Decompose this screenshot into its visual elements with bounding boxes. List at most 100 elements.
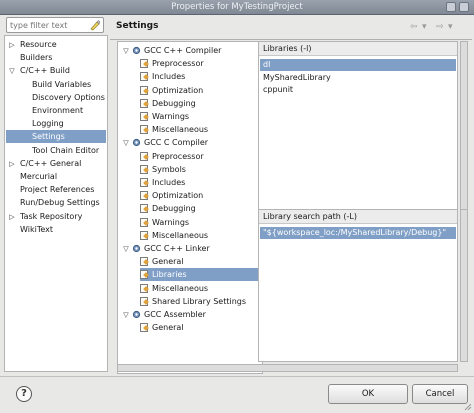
option-page-icon bbox=[140, 323, 148, 333]
library-list-item[interactable]: cppunit bbox=[260, 84, 456, 96]
tool-option-miscellaneous[interactable]: Miscellaneous bbox=[140, 282, 261, 295]
library-list-item[interactable]: MySharedLibrary bbox=[260, 72, 456, 84]
collapsed-arrow-icon[interactable]: ▷ bbox=[8, 41, 16, 49]
settings-hscroll[interactable] bbox=[117, 364, 458, 372]
tool-tree-label: Includes bbox=[152, 178, 186, 187]
tool-option-warnings[interactable]: Warnings bbox=[140, 110, 261, 123]
expanded-arrow-icon[interactable]: ▽ bbox=[8, 67, 16, 75]
tree-item-label: Discovery Options bbox=[32, 92, 105, 102]
tool-tree-label: Preprocessor bbox=[152, 59, 204, 69]
tool-option-shared-library-settings[interactable]: Shared Library Settings bbox=[140, 295, 261, 308]
search-path-list-item[interactable]: "${workspace_loc:/MySharedLibrary/Debug}… bbox=[260, 227, 456, 239]
search-path-panel-title: Library search path (-L) bbox=[259, 210, 457, 224]
expanded-arrow-icon[interactable]: ▽ bbox=[122, 245, 130, 253]
tool-tree-label: GCC C Compiler bbox=[144, 138, 209, 148]
tree-item-resource[interactable]: ▷ Resource bbox=[6, 38, 106, 51]
ok-button[interactable]: OK bbox=[328, 384, 408, 404]
tree-item-logging[interactable]: Logging bbox=[6, 117, 106, 130]
tree-item-label: Environment bbox=[32, 106, 84, 115]
tool-option-symbols[interactable]: Symbols bbox=[140, 163, 261, 176]
option-page-icon bbox=[140, 230, 148, 240]
tree-item-tool-chain-editor[interactable]: Tool Chain Editor bbox=[6, 144, 106, 157]
libraries-vscroll[interactable] bbox=[460, 41, 468, 222]
option-page-icon bbox=[140, 112, 148, 121]
tool-option-libraries[interactable]: Libraries bbox=[140, 268, 261, 282]
filter-input[interactable] bbox=[10, 20, 88, 31]
tree-item-task-repository[interactable]: ▷ Task Repository bbox=[6, 210, 106, 223]
tool-option-general[interactable]: General bbox=[140, 255, 261, 268]
close-button[interactable] bbox=[459, 2, 469, 12]
tree-item-c-c-general[interactable]: ▷ C/C++ General bbox=[6, 157, 106, 170]
property-page-tree: ▷ Resource Builders ▽ C/C++ Build Build Varia… bbox=[4, 35, 108, 372]
tool-tree-label: Miscellaneous bbox=[152, 125, 209, 135]
library-list-item[interactable]: dl bbox=[260, 59, 456, 71]
tool-option-debugging[interactable]: Debugging bbox=[140, 202, 261, 215]
option-page-icon bbox=[140, 178, 148, 187]
collapsed-arrow-icon[interactable]: ▷ bbox=[8, 213, 16, 221]
tool-tree-label: Optimization bbox=[152, 191, 204, 201]
tree-item-label: Project References bbox=[20, 185, 95, 195]
tool-group-gcc-c-compiler[interactable]: ▽ GCC C Compiler bbox=[120, 136, 261, 149]
tree-item-mercurial[interactable]: Mercurial bbox=[6, 170, 106, 183]
tree-item-label: C/C++ General bbox=[20, 158, 82, 168]
tool-settings-tree: ▽ GCC C++ Compiler Preprocessor Includes Opt… bbox=[117, 41, 263, 374]
search-path-vscroll[interactable] bbox=[460, 209, 468, 362]
tree-item-run-debug-settings[interactable]: Run/Debug Settings bbox=[6, 196, 106, 209]
option-page-icon bbox=[140, 85, 148, 95]
cancel-button[interactable]: Cancel bbox=[412, 384, 468, 404]
expanded-arrow-icon[interactable]: ▽ bbox=[122, 47, 130, 55]
tool-group-gcc-assembler[interactable]: ▽ GCC Assembler bbox=[120, 308, 261, 321]
tool-tree-label: Includes bbox=[152, 72, 186, 82]
back-arrow-icon[interactable]: ⇦ bbox=[410, 22, 418, 32]
option-page-icon bbox=[140, 204, 148, 214]
filter-box bbox=[6, 17, 104, 33]
tool-tree-label: Preprocessor bbox=[152, 151, 204, 161]
tool-group-gcc-c-linker[interactable]: ▽ GCC C++ Linker bbox=[120, 242, 261, 255]
tree-item-build-variables[interactable]: Build Variables bbox=[6, 78, 106, 91]
tree-item-discovery-options[interactable]: Discovery Options bbox=[6, 91, 106, 104]
tree-item-settings[interactable]: Settings bbox=[6, 130, 106, 144]
option-page-icon bbox=[140, 191, 148, 201]
tool-option-miscellaneous[interactable]: Miscellaneous bbox=[140, 229, 261, 242]
expanded-arrow-icon[interactable]: ▽ bbox=[122, 311, 130, 319]
tool-option-warnings[interactable]: Warnings bbox=[140, 216, 261, 229]
settings-header: Settings ⇦ ▾ ⇨ ▾ bbox=[110, 17, 472, 37]
tool-option-general[interactable]: General bbox=[140, 321, 261, 334]
tool-group-gcc-c-compiler[interactable]: ▽ GCC C++ Compiler bbox=[120, 44, 261, 57]
tree-item-label: WikiText bbox=[20, 224, 53, 234]
tool-option-includes[interactable]: Includes bbox=[140, 176, 261, 189]
option-page-icon bbox=[140, 151, 148, 161]
tool-tree-label: Symbols bbox=[152, 164, 186, 174]
libraries-panel: Libraries (-l) dl MySharedLibrary cppunit bbox=[258, 41, 458, 222]
tool-gear-icon bbox=[132, 46, 141, 55]
forward-menu-icon[interactable]: ▾ bbox=[448, 22, 453, 32]
forward-arrow-icon[interactable]: ⇨ bbox=[436, 22, 444, 32]
minimize-button[interactable] bbox=[446, 2, 456, 12]
tool-option-preprocessor[interactable]: Preprocessor bbox=[140, 150, 261, 163]
back-menu-icon[interactable]: ▾ bbox=[422, 22, 427, 32]
resize-grip-icon[interactable] bbox=[464, 403, 472, 411]
expanded-arrow-icon[interactable]: ▽ bbox=[122, 139, 130, 147]
tool-option-preprocessor[interactable]: Preprocessor bbox=[140, 57, 261, 70]
tree-item-label: Settings bbox=[32, 132, 65, 142]
tool-option-debugging[interactable]: Debugging bbox=[140, 97, 261, 110]
tool-option-optimization[interactable]: Optimization bbox=[140, 84, 261, 97]
tree-item-c-c-build[interactable]: ▽ C/C++ Build bbox=[6, 64, 106, 77]
option-page-icon bbox=[140, 283, 148, 293]
tool-option-miscellaneous[interactable]: Miscellaneous bbox=[140, 123, 261, 136]
tool-tree-label: GCC C++ Compiler bbox=[144, 46, 222, 55]
tree-item-label: Resource bbox=[20, 40, 57, 49]
tree-item-environment[interactable]: Environment bbox=[6, 104, 106, 117]
help-icon[interactable]: ? bbox=[16, 386, 32, 402]
tool-option-optimization[interactable]: Optimization bbox=[140, 189, 261, 202]
collapsed-arrow-icon[interactable]: ▷ bbox=[8, 160, 16, 168]
tree-item-label: Tool Chain Editor bbox=[32, 145, 100, 155]
tree-item-builders[interactable]: Builders bbox=[6, 51, 106, 64]
tool-tree-label: Debugging bbox=[152, 98, 196, 108]
tool-tree-label: Debugging bbox=[152, 204, 196, 214]
tool-option-includes[interactable]: Includes bbox=[140, 70, 261, 83]
clear-filter-icon[interactable] bbox=[89, 19, 101, 31]
tree-item-project-references[interactable]: Project References bbox=[6, 183, 106, 196]
tree-item-wikitext[interactable]: WikiText bbox=[6, 223, 106, 236]
tool-tree-label: Optimization bbox=[152, 85, 204, 95]
